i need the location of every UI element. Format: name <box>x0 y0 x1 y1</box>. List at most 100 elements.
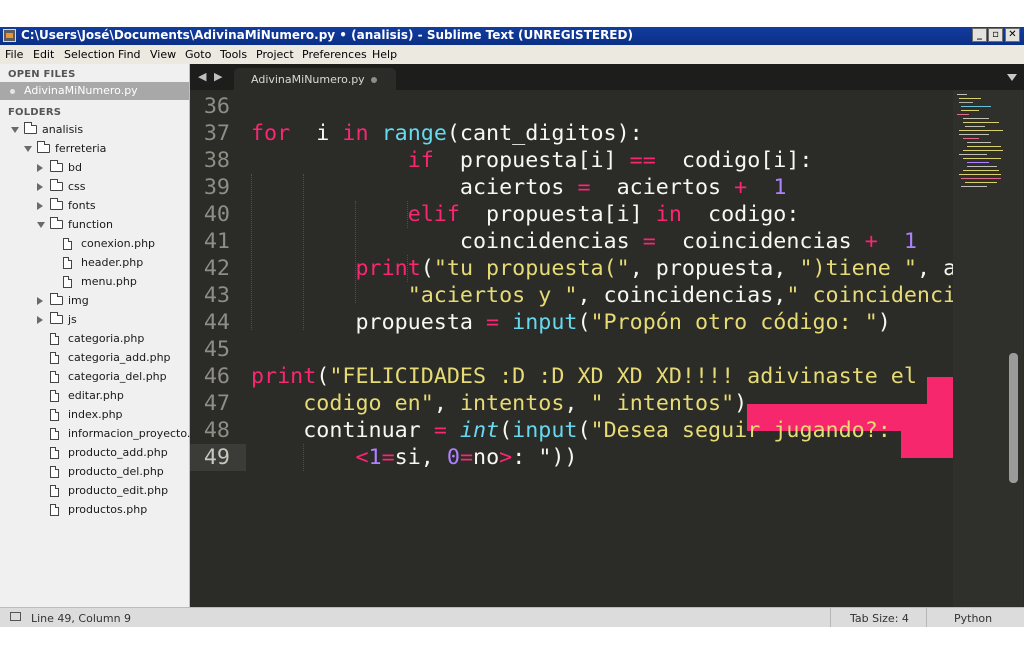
tree-item-fonts[interactable]: fonts <box>0 197 189 216</box>
open-file-item[interactable]: AdivinaMiNumero.py <box>0 82 189 100</box>
minimap-line <box>959 134 989 135</box>
tree-item-categoria-del-php[interactable]: categoria_del.php <box>0 368 189 387</box>
minimize-button[interactable]: _ <box>972 28 987 42</box>
tree-item-editar-php[interactable]: editar.php <box>0 387 189 406</box>
expanded-arrow-icon[interactable] <box>24 146 32 152</box>
tree-item-label: categoria_add.php <box>68 351 171 364</box>
sidebar: OPEN FILES AdivinaMiNumero.py FOLDERS an… <box>0 64 197 627</box>
line-number: 43 <box>203 283 230 308</box>
collapsed-arrow-icon[interactable] <box>37 164 43 172</box>
tree-item-informacion-proyecto-p[interactable]: informacion_proyecto.p <box>0 425 197 444</box>
editor-vertical-scrollbar[interactable] <box>1009 353 1018 483</box>
tree-item-js[interactable]: js <box>0 311 189 330</box>
expanded-arrow-icon[interactable] <box>11 127 19 133</box>
menu-project[interactable]: Project <box>256 48 294 61</box>
tree-item-function[interactable]: function <box>0 216 189 235</box>
minimap-line <box>961 186 987 187</box>
file-icon <box>50 352 59 364</box>
tree-item-producto-edit-php[interactable]: producto_edit.php <box>0 482 189 501</box>
minimap-line <box>963 122 999 123</box>
tree-item-css[interactable]: css <box>0 178 189 197</box>
tree-item-productos-php[interactable]: productos.php <box>0 501 189 520</box>
menu-help[interactable]: Help <box>372 48 397 61</box>
menu-find[interactable]: Find <box>118 48 141 61</box>
line-number: 46 <box>203 364 230 389</box>
folder-icon <box>50 198 63 210</box>
unsaved-dot-icon[interactable] <box>371 77 377 83</box>
menu-selection[interactable]: Selection <box>64 48 115 61</box>
menu-goto[interactable]: Goto <box>185 48 211 61</box>
code-line[interactable]: print("tu propuesta(", propuesta, ")tien… <box>251 255 956 282</box>
tree-item-conexion-php[interactable]: conexion.php <box>0 235 189 254</box>
tree-item-img[interactable]: img <box>0 292 189 311</box>
sublime-window: C:\Users\José\Documents\AdivinaMiNumero.… <box>0 27 1024 627</box>
code-line[interactable]: continuar = int(input("Desea seguir juga… <box>251 417 904 444</box>
window-title: C:\Users\José\Documents\AdivinaMiNumero.… <box>21 28 633 42</box>
code-line[interactable]: if propuesta[i] == codigo[i]: <box>251 147 813 174</box>
line-number: 49 <box>203 445 230 470</box>
close-button[interactable]: ✕ <box>1005 28 1020 42</box>
collapsed-arrow-icon[interactable] <box>37 202 43 210</box>
maximize-button[interactable]: ▫ <box>988 28 1003 42</box>
tab-forward-icon[interactable]: ▶ <box>214 70 222 83</box>
tree-item-producto-add-php[interactable]: producto_add.php <box>0 444 189 463</box>
folder-icon <box>50 160 63 172</box>
open-files-header: OPEN FILES <box>8 69 76 80</box>
tree-item-header-php[interactable]: header.php <box>0 254 189 273</box>
code-line[interactable]: for i in range(cant_digitos): <box>251 120 643 147</box>
menu-view[interactable]: View <box>150 48 176 61</box>
collapsed-arrow-icon[interactable] <box>37 316 43 324</box>
tree-item-label: ferreteria <box>55 142 107 155</box>
minimap-line <box>963 170 999 171</box>
minimap[interactable] <box>953 90 1023 610</box>
menu-bar: File Edit Selection Find View Goto Tools… <box>0 45 1024 64</box>
line-number: 38 <box>203 148 230 173</box>
tree-item-menu-php[interactable]: menu.php <box>0 273 189 292</box>
minimap-line <box>963 138 979 139</box>
code-line[interactable]: elif propuesta[i] in codigo: <box>251 201 800 228</box>
line-number: 40 <box>203 202 230 227</box>
code-line[interactable]: coincidencias = coincidencias + 1 <box>251 228 917 255</box>
tree-item-bd[interactable]: bd <box>0 159 189 178</box>
code-line[interactable]: propuesta = input("Propón otro código: "… <box>251 309 890 336</box>
file-icon <box>50 371 59 383</box>
collapsed-arrow-icon[interactable] <box>37 183 43 191</box>
line-number: 41 <box>203 229 230 254</box>
tab-list-dropdown-icon[interactable] <box>1007 74 1017 81</box>
tree-item-index-php[interactable]: index.php <box>0 406 189 425</box>
code-line[interactable]: print("FELICIDADES :D :D XD XD XD!!!! ad… <box>251 363 917 390</box>
tree-item-label: producto_del.php <box>68 465 164 478</box>
code-line[interactable]: codigo en", intentos, " intentos") <box>251 390 747 417</box>
tab-adivinaminumero[interactable]: AdivinaMiNumero.py <box>234 68 396 90</box>
code-line[interactable]: aciertos = aciertos + 1 <box>251 174 786 201</box>
menu-preferences[interactable]: Preferences <box>302 48 367 61</box>
collapsed-arrow-icon[interactable] <box>37 297 43 305</box>
code-editor[interactable]: 36 37 for i in range(cant_digitos): 38 if p… <box>190 90 1024 627</box>
expanded-arrow-icon[interactable] <box>37 222 45 228</box>
minimap-line <box>959 174 1001 175</box>
file-icon <box>50 485 59 497</box>
tree-item-label: categoria.php <box>68 332 145 345</box>
tab-label: AdivinaMiNumero.py <box>251 73 365 86</box>
minimap-line <box>959 102 973 103</box>
tree-item-categoria-php[interactable]: categoria.php <box>0 330 189 349</box>
open-file-label: AdivinaMiNumero.py <box>24 84 138 97</box>
file-icon <box>50 466 59 478</box>
menu-file[interactable]: File <box>5 48 23 61</box>
code-line[interactable]: "aciertos y ", coincidencias," coinciden… <box>251 282 956 309</box>
code-line[interactable]: <1=si, 0=no>: ")) <box>251 444 577 471</box>
menu-tools[interactable]: Tools <box>220 48 247 61</box>
tab-back-icon[interactable]: ◀ <box>198 70 206 83</box>
panel-toggle-icon[interactable] <box>10 612 21 621</box>
tree-item-producto-del-php[interactable]: producto_del.php <box>0 463 189 482</box>
tree-item-label: function <box>68 218 113 231</box>
syntax-indicator[interactable]: Python <box>954 612 992 625</box>
minimap-line <box>959 98 981 99</box>
tree-item-categoria-add-php[interactable]: categoria_add.php <box>0 349 189 368</box>
tab-size-indicator[interactable]: Tab Size: 4 <box>850 612 909 625</box>
tree-item-analisis[interactable]: analisis <box>0 121 189 140</box>
title-bar[interactable]: C:\Users\José\Documents\AdivinaMiNumero.… <box>0 27 1024 45</box>
tree-item-ferreteria[interactable]: ferreteria <box>0 140 189 159</box>
line-number: 42 <box>203 256 230 281</box>
menu-edit[interactable]: Edit <box>33 48 54 61</box>
